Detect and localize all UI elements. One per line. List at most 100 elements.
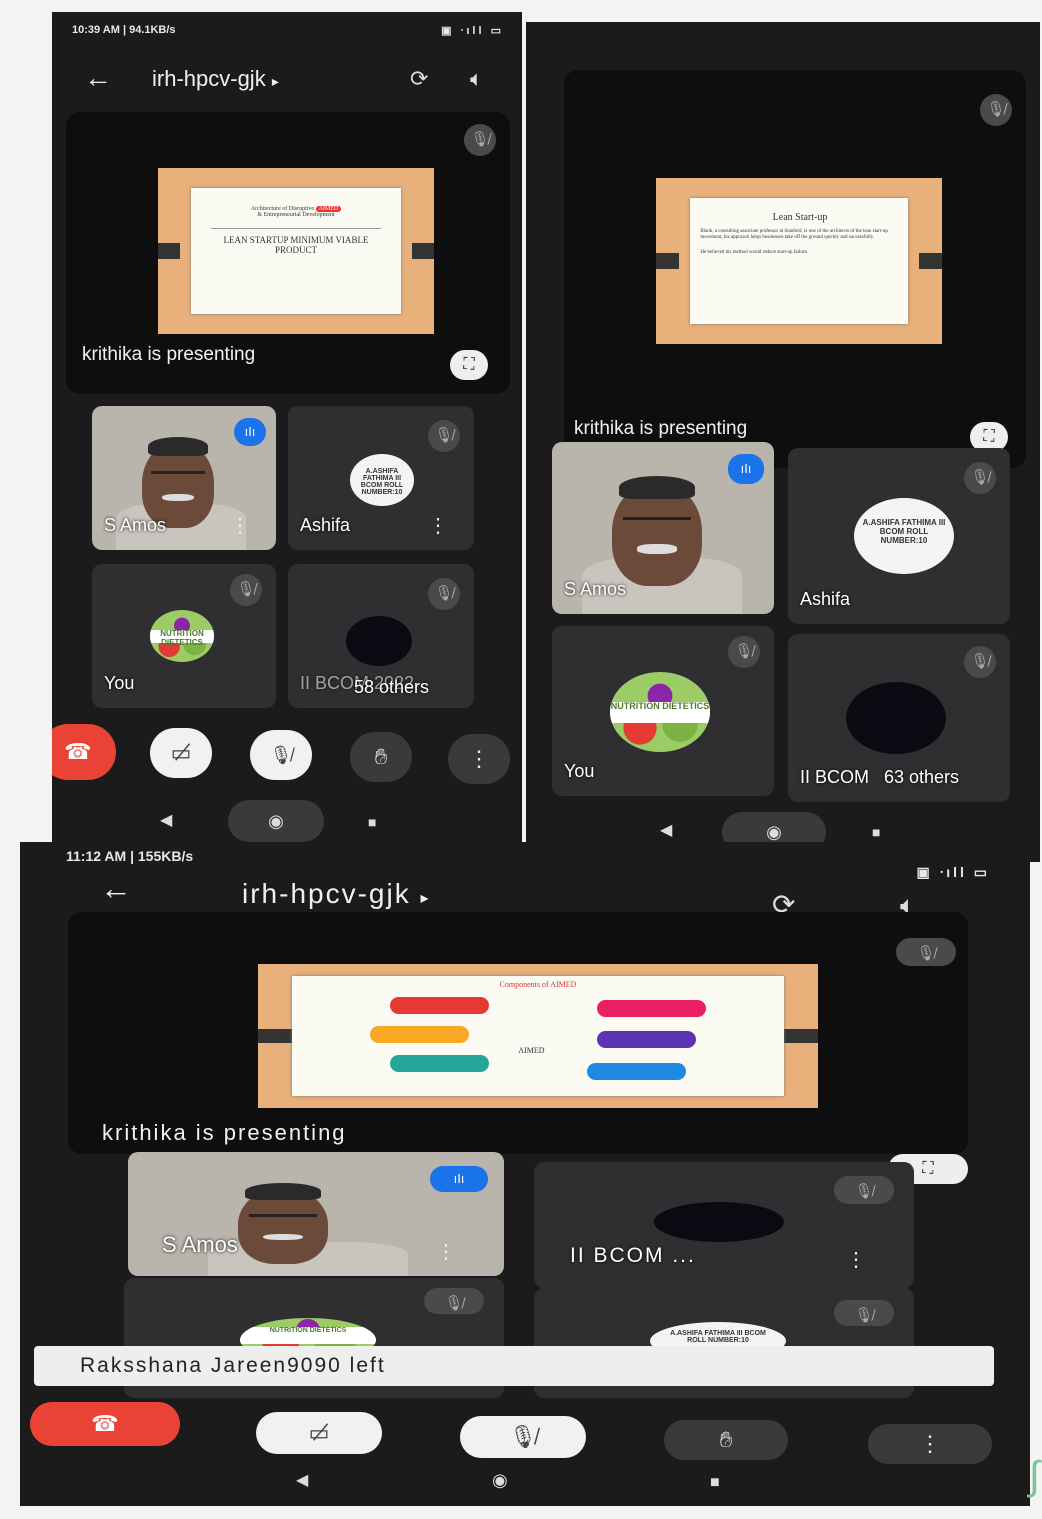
shared-slide: Architecture of Disruptive AIMED & Entre… [158,168,434,334]
call-screenshot-3: 11:12 AM | 155KB/s ▣ ᐧıll ▭ ← irh-hpcv-g… [20,842,1030,1506]
toast-text: Raksshana Jareen9090 left [80,1354,386,1377]
status-time: 11:12 AM | 155KB/s [66,848,194,864]
raise-hand-button[interactable]: ✋︎ [350,732,412,782]
participant-avatar [846,682,946,754]
slide-pill [390,1055,489,1073]
meeting-code: irh-hpcv-gjk [242,878,411,909]
participant-tile-you[interactable]: 🎙︎̸ NUTRITION DIETETICS You [552,626,774,796]
presentation-tile[interactable]: 🎙︎̸ Components of AIMED AIMED krithika i… [68,912,968,1184]
mic-off-icon: 🎙︎̸ [964,462,996,494]
slide-pill [597,999,706,1017]
camera-off-button[interactable]: ▭̸ [150,728,212,778]
presentation-tile[interactable]: 🎙︎̸ Lean Start-up Blank, a consulting as… [564,70,1026,468]
mic-off-icon: 🎙︎̸ [834,1176,894,1204]
call-screenshot-1: 10:39 AM | 94.1KB/s ▣ ᐧıll ▭ ← irh-hpcv-… [52,12,522,854]
slide-title: LEAN STARTUP MINIMUM VIABLE PRODUCT [211,227,381,255]
shared-slide: Components of AIMED AIMED [258,964,818,1108]
mic-off-icon: 🎙︎̸ [980,94,1012,126]
more-options-icon[interactable]: ⋮ [436,1239,456,1264]
end-call-button[interactable]: ☎︎ [52,724,116,780]
fullscreen-icon[interactable]: ⛶ [450,350,488,380]
mic-off-button[interactable]: 🎙︎̸ [250,730,312,780]
participant-face [238,1183,328,1264]
android-nav-bar: ◀ ◉ ■ [20,1464,1030,1504]
slide-org-line-2: & Entrepreneurial Development [257,211,335,218]
participant-avatar: A.ASHIFA FATHIMA III BCOM ROLL NUMBER:10 [854,498,954,574]
participant-tile-others[interactable]: 🎙︎̸ II BCOM 63 others [788,634,1010,802]
speaking-indicator-icon: ıIı [430,1166,488,1192]
participant-tile-s-amos[interactable]: ıIı S Amos [552,442,774,614]
meeting-code-title[interactable]: irh-hpcv-gjk ▸ [152,66,279,92]
end-call-button[interactable]: ☎︎ [30,1402,180,1446]
slide-content: Components of AIMED AIMED [291,975,785,1097]
more-options-icon[interactable]: ⋮ [846,1247,866,1272]
participant-avatar: NUTRITION DIETETICS [150,610,214,662]
participant-name: Ashifa [300,515,351,535]
status-bar: 11:12 AM | 155KB/s ▣ ᐧıll ▭ [20,842,1030,880]
others-count: 63 others [884,767,960,787]
slide-frame-bar [656,252,679,270]
nav-back-icon[interactable]: ◀ [660,820,672,840]
raise-hand-button[interactable]: ✋︎ [664,1420,788,1460]
slide-title: Lean Start-up [772,211,828,223]
slide-logo: AIMED [518,1045,545,1055]
nav-recent-icon[interactable]: ■ [710,1474,720,1492]
participant-avatar: NUTRITION DIETETICS [610,672,710,752]
nav-recent-icon[interactable]: ■ [368,814,376,830]
mic-off-icon: 🎙︎̸ [896,938,956,966]
nav-home-icon[interactable]: ◉ [228,800,324,842]
participant-tile-ashifa[interactable]: 🎙︎̸ A.ASHIFA FATHIMA III BCOM ROLL NUMBE… [788,448,1010,624]
slide-frame-bar [158,242,181,260]
status-time: 10:39 AM | 94.1KB/s [72,24,176,36]
slide-pill [597,1031,696,1049]
participant-name: II BCOM [800,767,870,787]
meeting-code-title[interactable]: irh-hpcv-gjk ▸ [242,878,431,910]
nav-home-icon[interactable]: ◉ [492,1470,508,1491]
nav-back-icon[interactable]: ◀ [160,810,172,830]
participant-tile-s-amos[interactable]: ıIı S Amos ⋮ [128,1152,504,1276]
speaker-icon[interactable]: 🔈︎ [470,66,483,92]
more-options-button[interactable]: ⋮ [448,734,510,784]
participant-name: S Amos [162,1232,238,1257]
participant-name: You [104,673,135,693]
back-arrow-icon[interactable]: ← [84,62,112,94]
switch-camera-icon[interactable]: ⟳ [410,66,428,92]
participant-name: S Amos [104,515,167,535]
call-controls: ☎︎ ▭̸ 🎙︎̸ ✋︎ ⋮ [20,1402,1030,1464]
participant-tile-others[interactable]: 🎙︎̸ II BCOM 2022 58 others [288,564,474,708]
more-options-icon[interactable]: ⋮ [428,513,448,538]
participant-name: You [564,761,595,781]
presenting-label: krithika is presenting [102,1120,347,1145]
slide-title: Components of AIMED [499,979,577,989]
nav-back-icon[interactable]: ◀ [296,1470,308,1490]
slide-frame-bar [258,1028,292,1044]
participant-tile-you[interactable]: 🎙︎̸ NUTRITION DIETETICS You [92,564,276,708]
slide-frame-bar [919,252,942,270]
others-count: 58 others [354,677,430,697]
shared-slide: Lean Start-up Blank, a consulting associ… [656,178,942,344]
back-arrow-icon[interactable]: ← [100,870,132,907]
participant-name: S Amos [564,579,627,599]
camera-off-button[interactable]: ▭̸ [256,1412,382,1454]
slide-bullet: Blank, a consulting associate professor … [700,228,888,241]
slide-bullet: He believed his method would reduce star… [700,249,809,255]
status-icons: ▣ ᐧıll ▭ [441,25,504,37]
participant-tile-others[interactable]: 🎙︎̸ II BCOM ... ⋮ [534,1162,914,1288]
speaking-indicator-icon: ıIı [728,454,764,484]
slide-content: Architecture of Disruptive AIMED & Entre… [191,187,401,315]
slide-pill [390,997,489,1015]
participant-tile-s-amos[interactable]: ıIı S Amos ⋮ [92,406,276,550]
meeting-code: irh-hpcv-gjk [152,66,266,91]
nav-recent-icon[interactable]: ■ [872,824,880,840]
mic-off-icon: 🎙︎̸ [964,646,996,678]
participant-face [612,475,702,586]
participant-tile-ashifa[interactable]: 🎙︎̸ A.ASHIFA FATHIMA III BCOM ROLL NUMBE… [288,406,474,550]
presentation-tile[interactable]: 🎙︎̸ Architecture of Disruptive AIMED & E… [66,112,510,394]
mic-off-icon: 🎙︎̸ [428,420,460,452]
more-options-button[interactable]: ⋮ [868,1424,992,1464]
mic-off-button[interactable]: 🎙︎̸ [460,1416,586,1458]
more-options-icon[interactable]: ⋮ [230,513,250,538]
participant-name: II BCOM ... [570,1244,696,1267]
mic-off-icon: 🎙︎̸ [428,578,460,610]
slide-pill [370,1026,469,1044]
